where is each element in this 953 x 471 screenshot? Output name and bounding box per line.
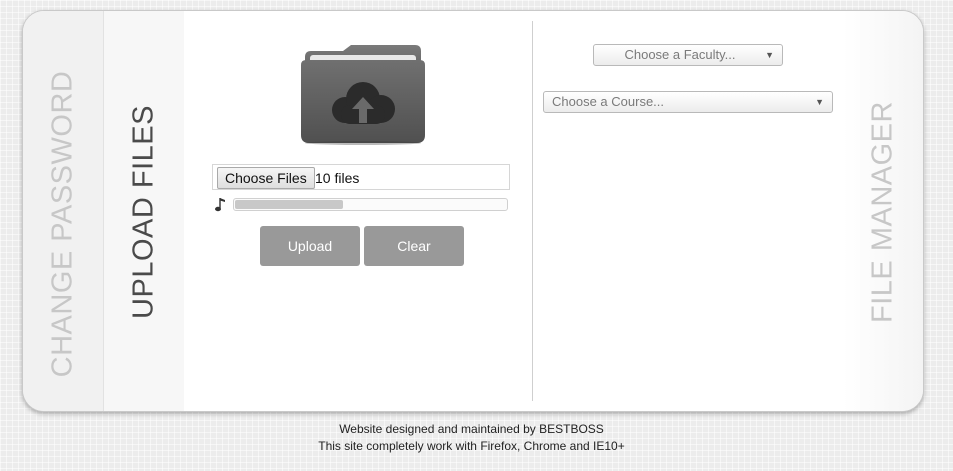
clear-button[interactable]: Clear (364, 226, 464, 266)
footer: Website designed and maintained by BESTB… (0, 421, 943, 455)
main-card: CHANGE PASSWORD UPLOAD FILES Choose File… (22, 10, 924, 412)
choose-files-button[interactable]: Choose Files (217, 167, 315, 189)
music-note-icon (215, 198, 225, 212)
chevron-down-icon: ▼ (815, 97, 824, 107)
tab-upload-files[interactable]: UPLOAD FILES (103, 11, 184, 411)
upload-progress-fill (235, 200, 343, 209)
upload-progress-bar (233, 198, 508, 211)
file-input[interactable]: Choose Files 10 files (212, 164, 510, 190)
upload-button[interactable]: Upload (260, 226, 360, 266)
selected-files-count: 10 files (315, 170, 360, 186)
course-select-value: Choose a Course... (552, 94, 665, 109)
course-select[interactable]: Choose a Course... ▼ (543, 91, 833, 113)
chevron-down-icon: ▼ (765, 50, 774, 60)
faculty-select-value: Choose a Faculty... (624, 47, 736, 62)
footer-credit: Website designed and maintained by BESTB… (339, 422, 604, 436)
tab-file-manager-label: FILE MANAGER (866, 101, 899, 323)
tab-file-manager[interactable]: FILE MANAGER (843, 11, 923, 411)
folder-upload-icon (301, 45, 425, 145)
footer-compatibility: This site completely work with Firefox, … (318, 439, 625, 453)
panel-divider (532, 21, 533, 401)
tab-change-password-label: CHANGE PASSWORD (46, 70, 79, 378)
tab-upload-files-label: UPLOAD FILES (127, 105, 160, 319)
tab-change-password[interactable]: CHANGE PASSWORD (23, 11, 103, 411)
upload-panel: Choose Files 10 files Upload Clear (183, 11, 533, 411)
faculty-select[interactable]: Choose a Faculty... ▼ (593, 44, 783, 66)
